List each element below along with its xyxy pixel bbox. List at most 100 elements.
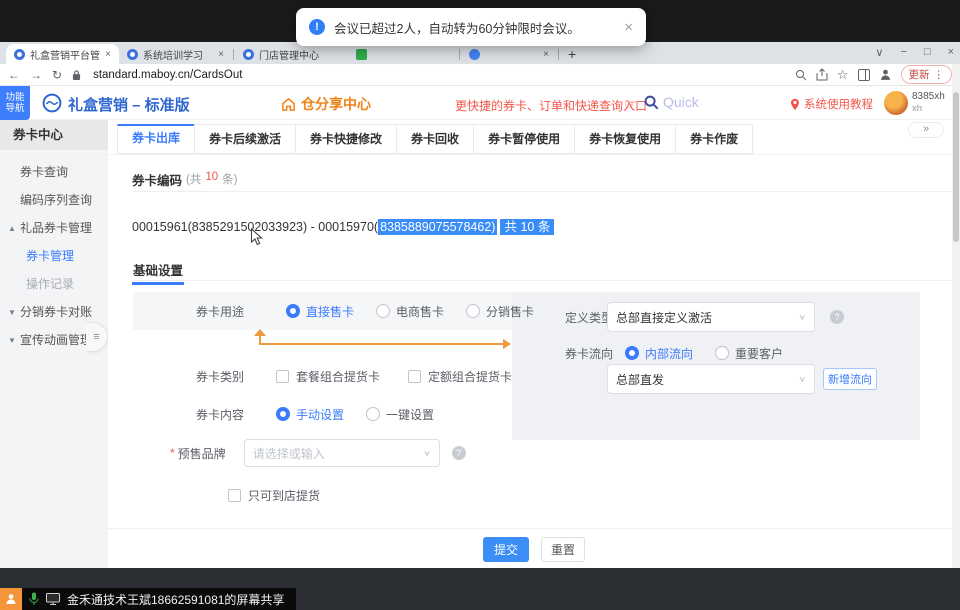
tab-card-void[interactable]: 券卡作废 bbox=[675, 124, 753, 154]
tab-favicon bbox=[243, 49, 254, 60]
tab-search-chevron-icon[interactable]: ∨ bbox=[875, 46, 883, 59]
user-info[interactable]: 8385xh xh bbox=[912, 91, 945, 115]
tab-card-recycle[interactable]: 券卡回收 bbox=[396, 124, 474, 154]
tab-card-followup-activate[interactable]: 券卡后续激活 bbox=[194, 124, 296, 154]
option-distribution-sale[interactable]: 分销售卡 bbox=[486, 303, 534, 320]
user-name: 8385xh bbox=[912, 91, 945, 103]
tab-close-icon[interactable]: × bbox=[105, 49, 111, 60]
tab-card-outbound[interactable]: 券卡出库 bbox=[117, 124, 195, 154]
system-tutorial-link[interactable]: 系统使用教程 bbox=[790, 96, 873, 112]
tab-title: 礼盒营销平台管理中心 bbox=[30, 47, 100, 62]
screen-share-icon bbox=[46, 593, 60, 605]
tab-card-quick-modify[interactable]: 券卡快捷修改 bbox=[295, 124, 397, 154]
option-internal-flow[interactable]: 内部流向 bbox=[645, 345, 693, 362]
checkbox-fixed-combo[interactable] bbox=[408, 370, 421, 383]
browser-tab-4[interactable] bbox=[348, 44, 458, 64]
profile-icon[interactable] bbox=[879, 68, 892, 81]
tab-card-restore[interactable]: 券卡恢复使用 bbox=[574, 124, 676, 154]
toast-message: 会议已超过2人，自动转为60分钟限时会议。 bbox=[334, 18, 580, 37]
option-ecommerce-sale[interactable]: 电商售卡 bbox=[396, 303, 444, 320]
card-type-label: 券卡类别 bbox=[196, 368, 244, 385]
update-label: 更新 bbox=[909, 67, 930, 82]
back-icon[interactable]: ← bbox=[8, 68, 20, 82]
browser-tab-store-admin[interactable]: 门店管理中心 bbox=[235, 44, 348, 64]
tab-favicon bbox=[356, 49, 367, 60]
browser-tab-gift-admin[interactable]: 礼盒营销平台管理中心 × bbox=[6, 44, 119, 64]
submit-button[interactable]: 提交 bbox=[483, 537, 529, 562]
option-direct-sale[interactable]: 直接售卡 bbox=[306, 303, 354, 320]
bookmark-star-icon[interactable]: ☆ bbox=[837, 67, 849, 83]
share-icon[interactable] bbox=[816, 68, 828, 81]
mouse-cursor bbox=[250, 228, 263, 251]
sidebar-item-card-query[interactable]: 券卡查询 bbox=[0, 158, 108, 186]
reset-button[interactable]: 重置 bbox=[541, 537, 585, 562]
flow-select[interactable]: 总部直发 ∨ bbox=[607, 364, 815, 394]
new-tab-button[interactable]: + bbox=[568, 46, 576, 62]
chrome-update-button[interactable]: 更新 ⋮ bbox=[901, 65, 953, 84]
tab-close-icon[interactable]: × bbox=[218, 49, 224, 60]
browser-tab-training[interactable]: 系统培训学习 × bbox=[119, 44, 232, 64]
function-nav-button[interactable]: 功能 导航 bbox=[0, 86, 30, 120]
collapse-panel-button[interactable]: » bbox=[908, 122, 944, 138]
kebab-menu-icon[interactable]: ⋮ bbox=[934, 69, 945, 81]
tab-separator bbox=[233, 49, 234, 60]
sidebar-item-card-management[interactable]: 券卡管理 bbox=[0, 242, 108, 270]
radio-manual-setup[interactable] bbox=[276, 407, 290, 421]
window-minimize-button[interactable]: − bbox=[900, 46, 906, 59]
page-scrollbar[interactable] bbox=[952, 64, 960, 568]
radio-distribution-sale[interactable] bbox=[466, 304, 480, 318]
option-store-pickup-only[interactable]: 只可到店提货 bbox=[248, 487, 320, 504]
radio-direct-sale[interactable] bbox=[286, 304, 300, 318]
option-fixed-combo[interactable]: 定额组合提货卡 bbox=[428, 368, 512, 385]
forward-icon[interactable]: → bbox=[30, 68, 42, 82]
help-icon[interactable]: ? bbox=[830, 310, 844, 324]
radio-important-customer[interactable] bbox=[715, 346, 729, 360]
toast-close-icon[interactable]: × bbox=[624, 19, 633, 36]
side-panel-icon[interactable] bbox=[858, 69, 870, 81]
checkbox-package-combo[interactable] bbox=[276, 370, 289, 383]
triangle-down-icon: ▼ bbox=[8, 299, 16, 327]
window-restore-button[interactable]: □ bbox=[924, 46, 931, 59]
sidebar-item-label: 券卡管理 bbox=[0, 249, 74, 263]
lock-icon bbox=[72, 69, 81, 81]
radio-one-click-setup[interactable] bbox=[366, 407, 380, 421]
tab-close-icon[interactable]: × bbox=[543, 49, 549, 60]
option-important-customer[interactable]: 重要客户 bbox=[735, 345, 783, 362]
pointing-hand-icon: ☞ bbox=[624, 95, 637, 113]
user-sub: xh bbox=[912, 103, 945, 115]
scrollbar-thumb[interactable] bbox=[953, 92, 959, 242]
add-flow-button[interactable]: 新增流向 bbox=[823, 368, 877, 390]
tab-card-suspend[interactable]: 券卡暂停使用 bbox=[473, 124, 575, 154]
quick-entry-text[interactable]: 更快捷的券卡、订单和快递查询入口 bbox=[455, 97, 647, 114]
card-type-row: 券卡类别 套餐组合提货卡 定额组合提货卡 bbox=[196, 362, 512, 390]
url-text[interactable]: standard.maboy.cn/CardsOut bbox=[93, 69, 242, 81]
card-content-row: 券卡内容 手动设置 一键设置 bbox=[196, 400, 434, 428]
reload-icon[interactable]: ↻ bbox=[52, 68, 62, 82]
checkbox-store-pickup-only[interactable] bbox=[228, 489, 241, 502]
quick-search-link[interactable]: Quick bbox=[644, 94, 699, 110]
radio-internal-flow[interactable] bbox=[625, 346, 639, 360]
sidebar-item-code-sequence-query[interactable]: 编码序列查询 bbox=[0, 186, 108, 214]
sidebar-item-operation-log[interactable]: 操作记录 bbox=[0, 270, 108, 298]
window-close-button[interactable]: × bbox=[948, 46, 954, 59]
sidebar-item-label: 操作记录 bbox=[0, 277, 74, 291]
warehouse-share-center-link[interactable]: 仓分享中心 bbox=[281, 94, 371, 114]
user-avatar[interactable] bbox=[884, 91, 908, 115]
house-icon bbox=[281, 97, 296, 112]
help-icon[interactable]: ? bbox=[452, 446, 466, 460]
code-range-selected: 8385889075578462) bbox=[378, 219, 497, 235]
define-type-select[interactable]: 总部直接定义激活 ∨ bbox=[607, 302, 815, 332]
basic-settings-heading: 基础设置 bbox=[132, 260, 960, 281]
card-code-range[interactable]: 00015961(8385291502033923) - 00015970(83… bbox=[132, 216, 554, 235]
sidebar-group-gift-card-mgmt[interactable]: ▲ 礼品券卡管理 bbox=[0, 214, 108, 242]
radio-ecommerce-sale[interactable] bbox=[376, 304, 390, 318]
browser-tab-5[interactable]: × bbox=[461, 44, 557, 64]
zoom-icon[interactable] bbox=[795, 69, 807, 81]
presale-brand-select[interactable]: 请选择或输入 ∨ bbox=[244, 439, 440, 467]
option-package-combo[interactable]: 套餐组合提货卡 bbox=[296, 368, 380, 385]
option-one-click-setup[interactable]: 一键设置 bbox=[386, 406, 434, 423]
codes-count: 10 bbox=[205, 170, 218, 183]
store-only-row: 只可到店提货 bbox=[228, 483, 320, 507]
meeting-toast: ! 会议已超过2人，自动转为60分钟限时会议。 × bbox=[296, 8, 646, 46]
option-manual-setup[interactable]: 手动设置 bbox=[296, 406, 344, 423]
